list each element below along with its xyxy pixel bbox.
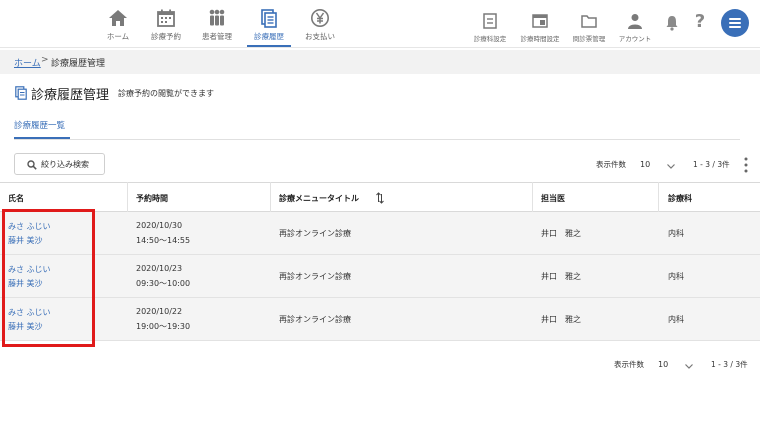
per-page-value: 10	[640, 160, 651, 169]
per-page-label: 表示件数	[596, 160, 626, 169]
hours-settings-icon	[532, 14, 548, 28]
column-header-doctor: 担当医	[541, 194, 565, 203]
column-header-time: 予約時間	[136, 194, 168, 203]
doctor-name: 井口 雅之	[541, 272, 581, 281]
breadcrumb-separator: >	[41, 55, 49, 65]
home-icon	[109, 10, 127, 26]
reservation-date: 2020/10/30	[136, 221, 183, 230]
column-header-name: 氏名	[8, 194, 24, 203]
reservation-date: 2020/10/23	[136, 264, 183, 273]
more-options-icon[interactable]	[744, 157, 748, 173]
per-page-select[interactable]: 10	[634, 157, 680, 175]
doctor-name: 井口 雅之	[541, 315, 581, 324]
filter-search-button[interactable]: 絞り込み検索	[14, 153, 105, 175]
column-header-department: 診療科	[668, 194, 692, 203]
nav-item-label: 診療予約	[151, 32, 181, 41]
table-row[interactable]: みさ ふじい 藤井 美沙 2020/10/30 14:50〜14:55 再診オン…	[0, 212, 760, 255]
nav-item-payment[interactable]: お支払い	[292, 8, 348, 42]
menu-line	[729, 26, 741, 28]
department: 内科	[668, 272, 684, 281]
per-page-select-bottom[interactable]: 10	[652, 357, 698, 375]
help-icon[interactable]: ?	[692, 10, 708, 34]
tool-label: アカウント	[618, 35, 652, 43]
nav-item-patients[interactable]: 患者管理	[189, 8, 245, 42]
nav-item-history[interactable]: 診療履歴	[241, 8, 297, 47]
per-page-value: 10	[658, 360, 669, 369]
filter-search-label: 絞り込み検索	[41, 160, 89, 169]
tool-department-settings[interactable]: 診療科設定	[462, 12, 518, 43]
column-header-menu[interactable]: 診療メニュータイトル	[279, 193, 359, 204]
reservation-date: 2020/10/22	[136, 307, 183, 316]
table-row[interactable]: みさ ふじい 藤井 美沙 2020/10/23 09:30〜10:00 再診オン…	[0, 255, 760, 298]
bell-icon[interactable]	[664, 14, 680, 32]
tool-account[interactable]: アカウント	[607, 12, 663, 43]
history-icon	[261, 9, 277, 28]
highlight-annotation-box	[2, 209, 95, 347]
tab-history-list[interactable]: 診療履歴一覧	[14, 119, 65, 131]
per-page-label: 表示件数	[614, 360, 644, 369]
chevron-down-icon	[685, 364, 693, 369]
page-title: 診療履歴管理	[31, 88, 110, 103]
breadcrumb: ホーム > 診療履歴管理	[0, 50, 760, 74]
breadcrumb-home-link[interactable]: ホーム	[14, 56, 41, 69]
tool-hours-settings[interactable]: 診療時間設定	[512, 12, 568, 43]
nav-item-reservation[interactable]: 診療予約	[138, 8, 194, 42]
menu-title: 再診オンライン診療	[279, 229, 351, 238]
pagination-range: 1 - 3 / 3件	[693, 160, 730, 169]
breadcrumb-current: 診療履歴管理	[51, 59, 106, 69]
department-settings-icon	[483, 13, 497, 29]
table-header: 氏名 予約時間 診療メニュータイトル 担当医 診療科	[0, 182, 760, 212]
patients-icon	[209, 9, 225, 26]
account-icon	[628, 14, 642, 29]
page-subtitle: 診療予約の閲覧ができます	[118, 89, 214, 98]
nav-item-label: 診療履歴	[254, 32, 284, 41]
yen-icon	[311, 9, 329, 27]
tab-divider	[14, 139, 740, 140]
history-icon	[15, 86, 27, 100]
search-icon	[27, 160, 37, 170]
folder-icon	[581, 15, 597, 28]
department: 内科	[668, 229, 684, 238]
doctor-name: 井口 雅之	[541, 229, 581, 238]
pagination-range-bottom: 1 - 3 / 3件	[711, 360, 748, 369]
reservation-time: 14:50〜14:55	[136, 236, 191, 245]
top-nav-bar: ホーム 診療予約 患者管理 診療履歴 お支払い 診療科設定 診療時間設定 問診票…	[0, 0, 760, 48]
sort-icon[interactable]	[376, 192, 384, 204]
menu-title: 再診オンライン診療	[279, 315, 351, 324]
department: 内科	[668, 315, 684, 324]
hamburger-menu-button[interactable]	[721, 9, 749, 37]
chevron-down-icon	[667, 164, 675, 169]
reservation-time: 09:30〜10:00	[136, 279, 191, 288]
tool-label: 診療科設定	[473, 35, 507, 43]
table-row[interactable]: みさ ふじい 藤井 美沙 2020/10/22 19:00〜19:30 再診オン…	[0, 298, 760, 341]
menu-line	[729, 18, 741, 20]
reservation-time: 19:00〜19:30	[136, 322, 191, 331]
menu-title: 再診オンライン診療	[279, 272, 351, 281]
nav-item-label: お支払い	[305, 32, 335, 41]
tool-label: 診療時間設定	[520, 35, 560, 43]
menu-line	[729, 22, 741, 24]
nav-item-label: 患者管理	[202, 32, 232, 41]
calendar-icon	[157, 9, 175, 27]
